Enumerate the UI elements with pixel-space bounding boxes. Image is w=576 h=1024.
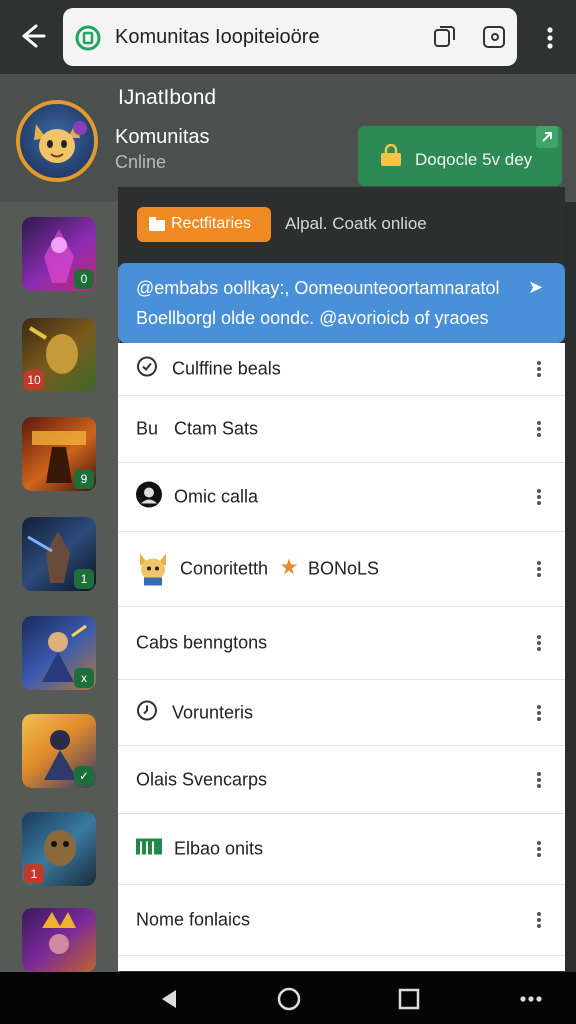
clock-icon xyxy=(136,356,158,383)
menu-item-label: Elbao onits xyxy=(174,838,264,859)
menu-item[interactable]: Vorunteris xyxy=(118,680,565,746)
shield-icon xyxy=(75,25,101,56)
menu-item[interactable]: Cabs benngtons xyxy=(118,607,565,680)
game-badge: ✓ xyxy=(74,766,94,786)
menu-item-label: Olais Svencarps xyxy=(136,769,268,789)
navigation-bar xyxy=(0,972,576,1024)
kebab-icon[interactable] xyxy=(534,839,544,859)
folder-icon xyxy=(149,217,165,236)
menu-item-prefix: Bu xyxy=(136,418,159,439)
menu-item-label: Omic calla xyxy=(174,486,259,507)
kebab-icon[interactable] xyxy=(534,633,544,653)
menu-item[interactable]: Omic calla xyxy=(118,463,565,532)
game-badge: 9 xyxy=(74,469,94,489)
profile-name: Komunitas xyxy=(115,126,210,148)
kebab-icon[interactable] xyxy=(534,359,544,379)
menu-item-label: Ctam Sats xyxy=(174,418,259,439)
banner-line-2: Boellborgl olde oondc. @avorioicb of yra… xyxy=(136,308,489,328)
address-bar[interactable]: Komunitas Ioopiteioöre xyxy=(63,8,517,66)
profile-avatar[interactable] xyxy=(16,100,98,182)
url-text[interactable]: Komunitas Ioopiteioöre xyxy=(115,26,320,49)
circle-home-icon[interactable] xyxy=(276,986,302,1012)
game-badge: 1 xyxy=(74,569,94,589)
kebab-icon[interactable] xyxy=(534,559,544,579)
kebab-icon[interactable] xyxy=(534,703,544,723)
menu-item[interactable]: Conoritetth BONoLS xyxy=(118,532,565,607)
clock-icon xyxy=(136,699,158,726)
avatar-icon xyxy=(136,481,162,513)
menu-item-label: Nome fonlaics xyxy=(136,909,251,930)
menu-item-label: Culffine beals xyxy=(172,358,281,379)
kebab-icon[interactable] xyxy=(538,24,562,52)
game-badge: 1 xyxy=(24,864,44,884)
panel-status-text: Alpal. Coatk onlioe xyxy=(285,214,427,233)
game-thumbnail[interactable]: 1 xyxy=(22,517,96,591)
tabs-icon[interactable] xyxy=(481,24,507,55)
chevron-right-icon[interactable]: ➤ xyxy=(528,277,543,298)
game-thumbnail[interactable]: 10 xyxy=(22,318,96,392)
menu-item-extra: BONoLS xyxy=(308,558,380,579)
game-thumbnail[interactable]: 9 xyxy=(22,417,96,491)
menu-item[interactable]: Nome fonlaics xyxy=(118,885,565,956)
menu-item[interactable]: Bu Ctam Sats xyxy=(118,396,565,463)
kebab-icon[interactable] xyxy=(534,910,544,930)
expand-icon[interactable] xyxy=(536,126,558,148)
game-badge: 10 xyxy=(24,370,44,390)
notification-card-label: Doqocle 5v dey xyxy=(415,150,533,169)
menu-item-label: Cabs benngtons xyxy=(136,632,268,653)
game-thumbnail[interactable]: x xyxy=(22,616,96,690)
star-icon xyxy=(280,558,298,581)
announcement-banner[interactable]: @embabs oollkay:, Oomeounteoortamnaratol… xyxy=(118,263,565,343)
bars-icon xyxy=(136,838,162,860)
menu-item[interactable]: Culffine beals xyxy=(118,343,565,396)
menu-item-label: Vorunteris xyxy=(172,702,254,722)
menu-item[interactable]: Olais Svencarps xyxy=(118,746,565,814)
square-recents-icon[interactable] xyxy=(396,986,422,1012)
game-badge: 0 xyxy=(74,269,94,289)
lock-icon xyxy=(378,143,404,173)
browser-toolbar: Komunitas Ioopiteioöre xyxy=(0,0,576,74)
notification-card[interactable]: Doqocle 5v dey xyxy=(358,126,562,186)
channel-title: IJnatIbond xyxy=(118,86,217,109)
tab-switch-icon[interactable] xyxy=(431,24,457,55)
menu-list: Culffine beals Bu Ctam Sats Omic calla C… xyxy=(118,343,565,971)
category-pill-label: Rectfitaries xyxy=(171,215,252,232)
dots-icon[interactable] xyxy=(518,986,544,1012)
game-badge: x xyxy=(74,668,94,688)
menu-item[interactable]: Elbao onits xyxy=(118,814,565,885)
triangle-back-icon[interactable] xyxy=(156,986,182,1012)
profile-status: Cnline xyxy=(115,152,167,172)
kebab-icon[interactable] xyxy=(534,419,544,439)
banner-line-1: @embabs oollkay:, Oomeounteoortamnaratol xyxy=(136,278,500,298)
menu-item-label: Conoritetth xyxy=(180,558,269,579)
category-pill[interactable]: Rectfitaries xyxy=(137,207,271,242)
game-thumbnail[interactable]: 0 xyxy=(22,217,96,291)
mascot-icon xyxy=(134,548,172,591)
game-thumbnail[interactable]: ✓ xyxy=(22,714,96,788)
kebab-icon[interactable] xyxy=(534,487,544,507)
kebab-icon[interactable] xyxy=(534,770,544,790)
game-thumbnail[interactable] xyxy=(22,908,96,972)
arrow-left-icon[interactable] xyxy=(14,18,50,54)
game-thumbnail[interactable]: 1 xyxy=(22,812,96,886)
